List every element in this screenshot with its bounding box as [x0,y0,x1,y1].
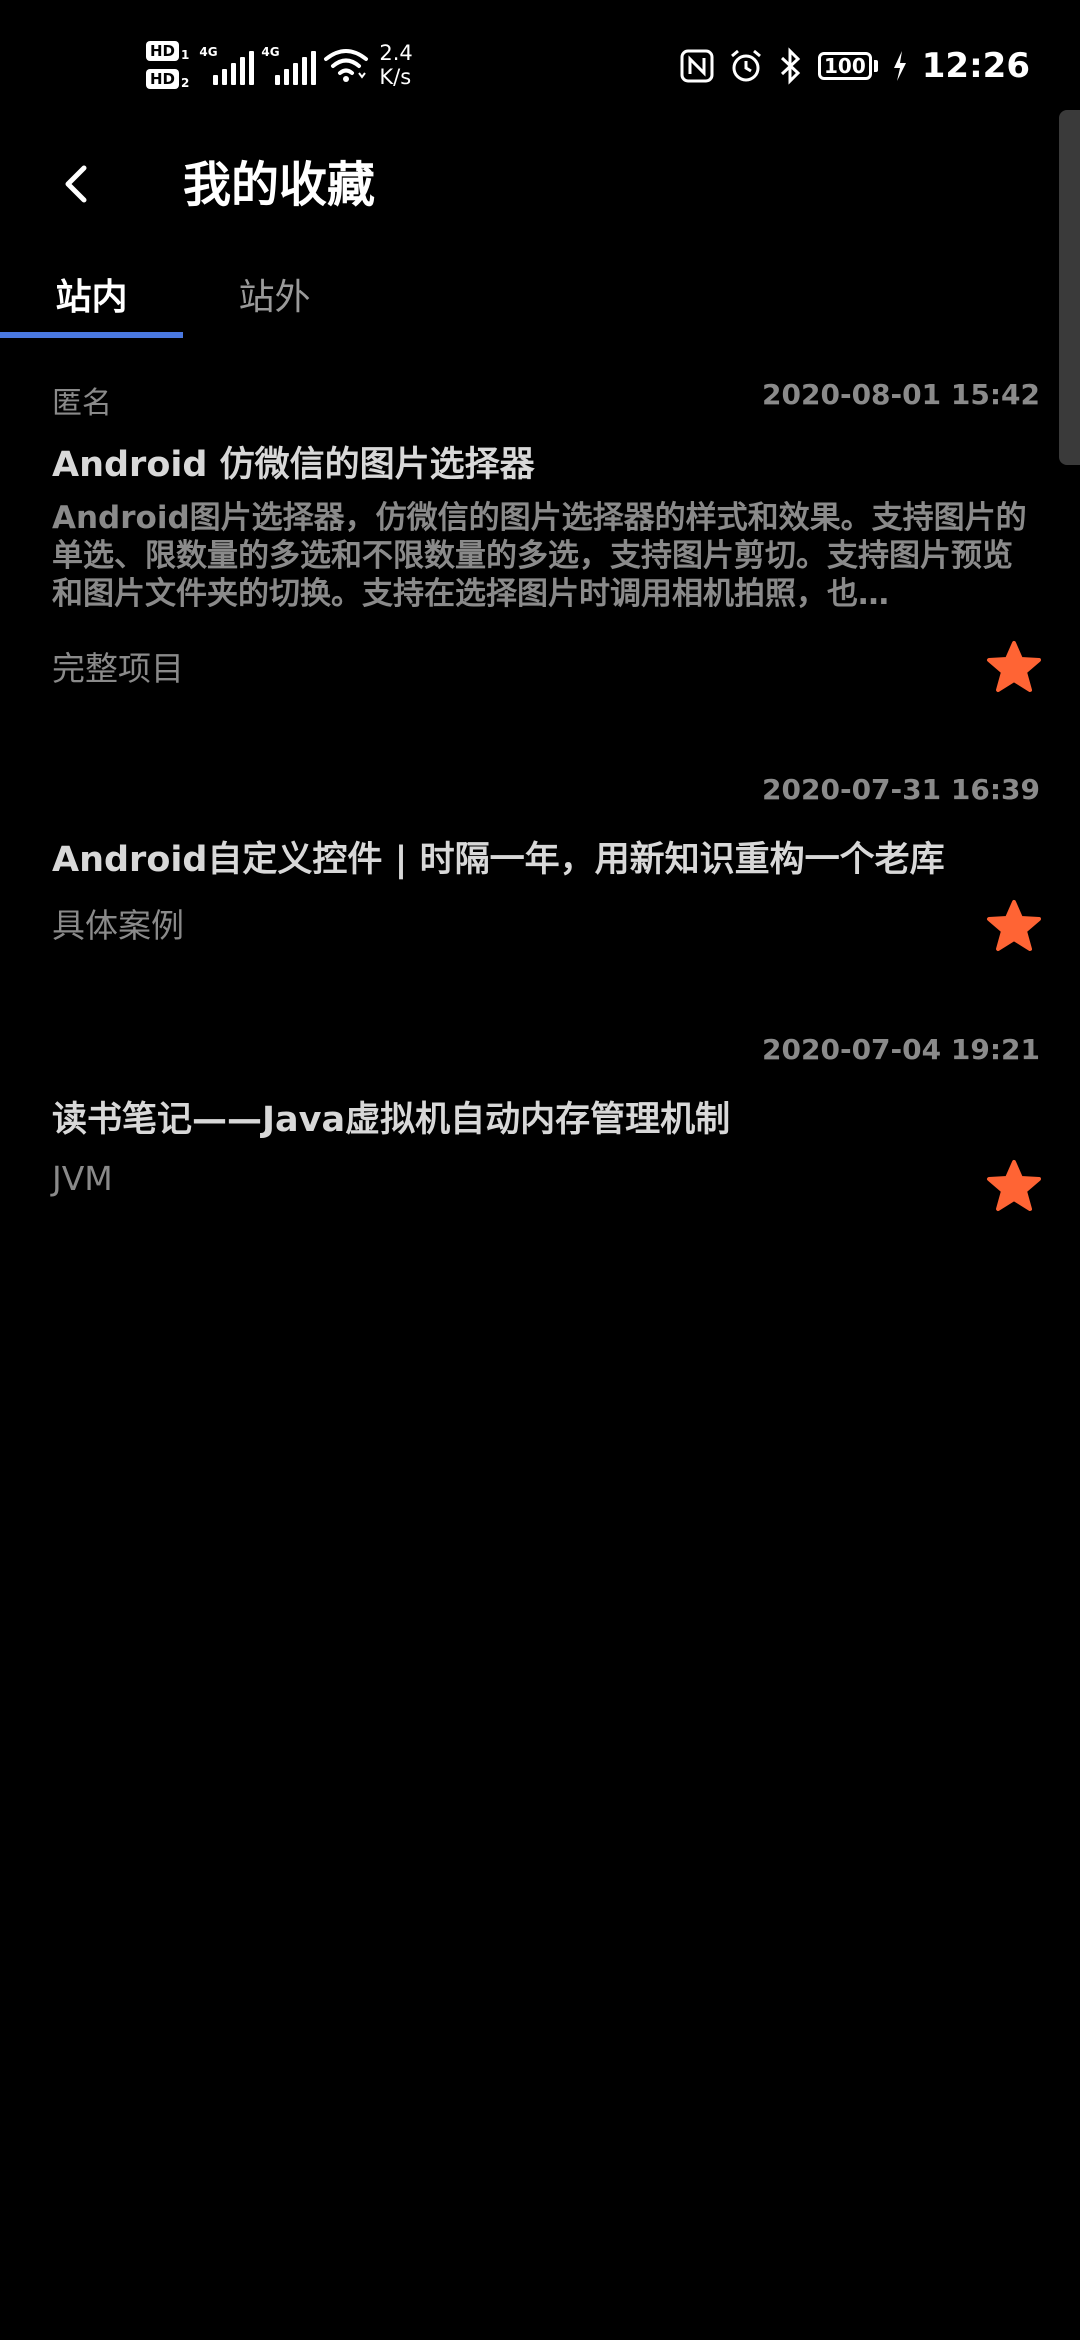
status-bar-right: 100 12:26 [680,38,1030,94]
app-bar: 我的收藏 [0,130,1080,240]
item-title[interactable]: Android自定义控件 | 时隔一年，用新知识重构一个老库 [52,831,945,882]
status-bar: HD 1 HD 2 4G 4G 2.4 K/s 100 12:26 [0,0,1080,120]
item-date: 2020-07-31 16:39 [762,773,1040,806]
star-icon[interactable] [986,899,1042,955]
bluetooth-icon [780,47,801,85]
signal-icon: 4G [261,45,317,85]
tab-indicator [0,332,183,338]
signal-icon: 4G [199,45,255,85]
tab-on-site[interactable]: 站内 [0,252,183,336]
hd-sim-number: 2 [181,76,190,90]
list-item[interactable]: 匿名 2020-08-01 15:42 Android 仿微信的图片选择器 An… [0,360,1080,755]
star-icon[interactable] [986,1159,1042,1215]
charging-icon [893,51,906,81]
back-arrow-icon[interactable] [50,154,100,214]
item-chapter: JVM [52,1159,113,1198]
item-description: Android图片选择器，仿微信的图片选择器的样式和效果。支持图片的单选、限数量… [52,500,1027,612]
item-title[interactable]: 读书笔记——Java虚拟机自动内存管理机制 [52,1091,730,1142]
network-speed-unit: K/s [379,65,412,89]
battery-level: 100 [824,54,866,78]
status-bar-left: HD 1 HD 2 4G 4G 2.4 K/s [146,30,413,100]
hd-indicators: HD 1 HD 2 [146,40,189,90]
list-item[interactable]: 2020-07-31 16:39 Android自定义控件 | 时隔一年，用新知… [0,755,1080,1015]
list-item[interactable]: 2020-07-04 19:21 读书笔记——Java虚拟机自动内存管理机制 J… [0,1015,1080,1275]
hd-sim-number: 1 [181,48,190,62]
item-title[interactable]: Android 仿微信的图片选择器 [52,436,535,487]
wifi-icon [324,49,369,82]
item-author: 匿名 [52,386,112,421]
hd-label: HD [146,41,180,61]
network-speed-value: 2.4 [379,41,413,65]
item-chapter: 完整项目 [52,649,184,688]
network-speed: 2.4 K/s [379,41,412,89]
hd-indicator-1: HD 1 [146,40,189,62]
item-date: 2020-08-01 15:42 [762,378,1040,411]
clock: 12:26 [921,46,1030,86]
item-chapter: 具体案例 [52,906,184,945]
star-icon[interactable] [986,640,1042,696]
tab-bar: 站内 站外 [0,252,1080,340]
nfc-icon [680,49,714,83]
item-date: 2020-07-04 19:21 [762,1033,1040,1066]
battery-icon: 100 [818,52,878,80]
page-title: 我的收藏 [183,157,376,213]
hd-label: HD [146,69,180,89]
hd-indicator-2: HD 2 [146,68,189,90]
alarm-icon [731,49,761,82]
favorites-list: 匿名 2020-08-01 15:42 Android 仿微信的图片选择器 An… [0,360,1080,1275]
tab-off-site[interactable]: 站外 [183,252,366,336]
